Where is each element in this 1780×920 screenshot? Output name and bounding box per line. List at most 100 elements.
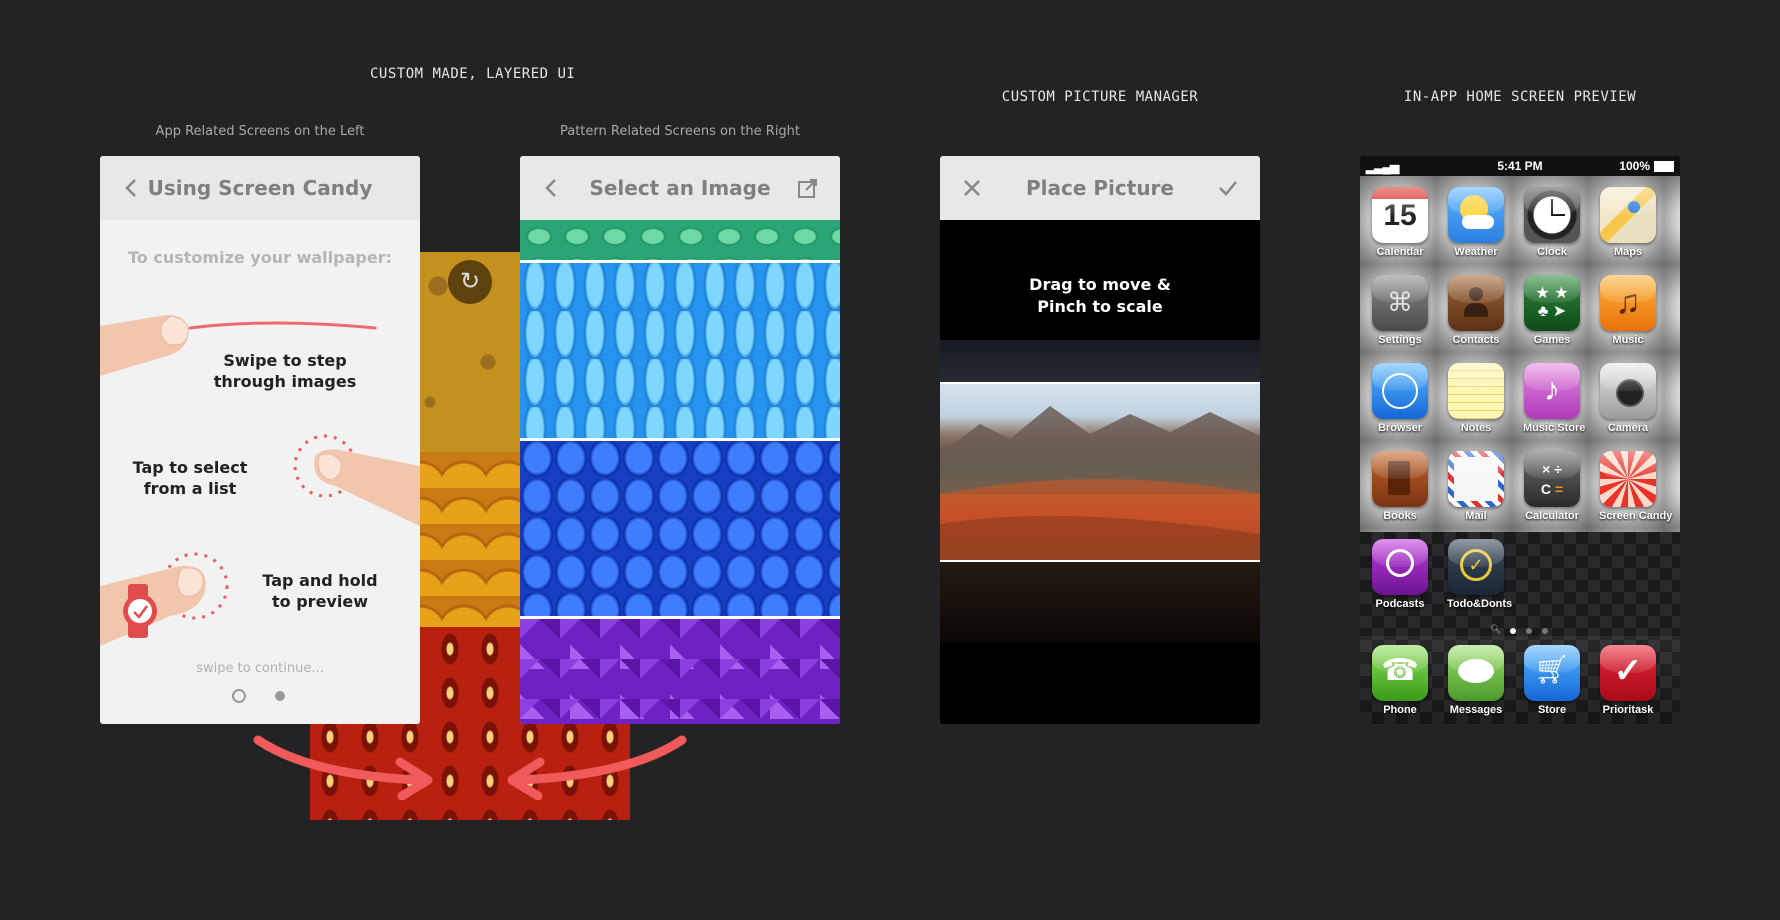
maps-icon[interactable] [1600,187,1656,243]
home-page-dot[interactable] [1542,628,1548,634]
icon-gloss [1600,363,1656,391]
app-calendar[interactable]: 15 Calendar [1371,187,1429,258]
app-store[interactable]: 🛒︎ Store [1523,645,1581,716]
app-label: Maps [1613,246,1643,258]
caption-left: App Related Screens on the Left [155,124,365,139]
camera-icon[interactable] [1600,363,1656,419]
swipe-instruction: Swipe to step through images [213,351,357,391]
app-label: Camera [1607,422,1649,434]
app-label: Store [1537,704,1567,716]
home-page-dot[interactable] [1526,628,1532,634]
podcasts-icon[interactable] [1372,539,1428,595]
caption-right: Pattern Related Screens on the Right [559,124,801,139]
icon-gloss [1524,275,1580,303]
app-phone[interactable]: ☎ Phone [1371,645,1429,716]
app-mail[interactable]: Mail [1447,451,1505,522]
phone-icon[interactable]: ☎ [1372,645,1428,701]
photo-overflow-top [940,340,1260,382]
app-label: Mail [1465,510,1487,522]
continue-hint: swipe to continue... [196,661,324,676]
app-label: Screen Candy [1599,510,1673,522]
todo-icon[interactable]: ✓ [1448,539,1504,595]
app-books[interactable]: Books [1371,451,1429,522]
store-icon[interactable]: 🛒︎ [1524,645,1580,701]
app-contacts[interactable]: Contacts [1447,275,1505,346]
app-podcasts[interactable]: Podcasts [1371,539,1429,610]
mail-icon[interactable] [1448,451,1504,507]
app-music-store[interactable]: ♪ Music Store [1523,363,1585,434]
check-icon[interactable] [1216,176,1240,200]
clock-icon[interactable] [1524,187,1580,243]
placed-photo[interactable] [940,382,1260,562]
icon-gloss [1600,451,1656,479]
icon-gloss [1600,275,1656,303]
books-icon[interactable] [1372,451,1428,507]
notes-icon[interactable] [1448,363,1504,419]
messages-icon[interactable] [1448,645,1504,701]
app-label: Prioritask [1602,704,1654,716]
calendar-icon[interactable]: 15 [1372,187,1428,243]
music-icon[interactable]: ♫ [1600,275,1656,331]
back-chevron-icon[interactable] [120,176,144,200]
app-label: Settings [1378,334,1422,346]
heading-layered-ui: CUSTOM MADE, LAYERED UI [370,66,576,82]
pattern-blue-drops[interactable] [520,263,840,438]
select-image-screen: Select an Image [520,156,840,724]
prioritask-icon[interactable]: ✓ [1600,645,1656,701]
hold-gesture-icon [100,552,229,646]
heading-picture-manager: CUSTOM PICTURE MANAGER [1001,89,1199,105]
import-icon[interactable] [796,176,820,200]
page-dot[interactable] [275,691,285,701]
pattern-green-bubbles[interactable] [520,220,840,260]
weather-icon[interactable] [1448,187,1504,243]
spotlight-search-icon[interactable]: 🔍︎ [1490,624,1501,635]
browser-icon[interactable] [1372,363,1428,419]
music-store-icon[interactable]: ♪ [1524,363,1580,419]
screen-candy-icon[interactable] [1600,451,1656,507]
icon-gloss [1524,187,1580,215]
app-label: Music [1612,334,1644,346]
refresh-icon[interactable]: ↻ [448,260,492,304]
app-music[interactable]: ♫ Music [1599,275,1657,346]
contacts-icon[interactable] [1448,275,1504,331]
app-maps[interactable]: Maps [1599,187,1657,258]
mountain-landscape [940,406,1260,560]
app-calculator[interactable]: × ÷C = Calculator [1523,451,1581,522]
app-notes[interactable]: Notes [1447,363,1505,434]
photo-overflow-bottom [940,562,1260,642]
place-navbar: Place Picture [940,156,1260,220]
page-dot-active[interactable] [232,689,246,703]
back-chevron-icon[interactable] [540,176,564,200]
close-icon[interactable] [960,176,984,200]
home-page-dot[interactable] [1510,628,1516,634]
app-browser[interactable]: Browser [1371,363,1429,434]
app-label: Todo&Donts [1447,598,1513,610]
home-screen-preview: ▂▃▄▅ 5:41 PM 100% 🔍︎ 15 Calendar Weather Cl… [1360,156,1680,724]
place-title: Place Picture [1026,176,1174,200]
app-todo[interactable]: ✓ Todo&Donts [1447,539,1513,610]
icon-gloss [1600,645,1656,673]
app-camera[interactable]: Camera [1599,363,1657,434]
games-icon[interactable]: ★ ★♣ ➤ [1524,275,1580,331]
app-label: Games [1533,334,1571,346]
pattern-purple-crystals[interactable] [520,619,840,724]
icon-gloss [1372,539,1428,567]
app-label: Phone [1383,704,1417,716]
select-navbar: Select an Image [520,156,840,220]
icon-gloss [1448,187,1504,215]
app-games[interactable]: ★ ★♣ ➤ Games [1523,275,1581,346]
app-label: Podcasts [1375,598,1425,610]
app-label: Calendar [1376,246,1424,258]
app-messages[interactable]: Messages [1447,645,1505,716]
app-weather[interactable]: Weather [1447,187,1505,258]
calculator-icon[interactable]: × ÷C = [1524,451,1580,507]
app-prioritask[interactable]: ✓ Prioritask [1599,645,1657,716]
app-clock[interactable]: Clock [1523,187,1581,258]
app-settings[interactable]: ⌘ Settings [1371,275,1429,346]
select-title: Select an Image [589,176,771,200]
app-screen-candy[interactable]: Screen Candy [1599,451,1673,522]
settings-icon[interactable]: ⌘ [1372,275,1428,331]
app-label: Weather [1454,246,1498,258]
pattern-blue-cobbles[interactable] [520,441,840,616]
icon-gloss [1448,275,1504,303]
